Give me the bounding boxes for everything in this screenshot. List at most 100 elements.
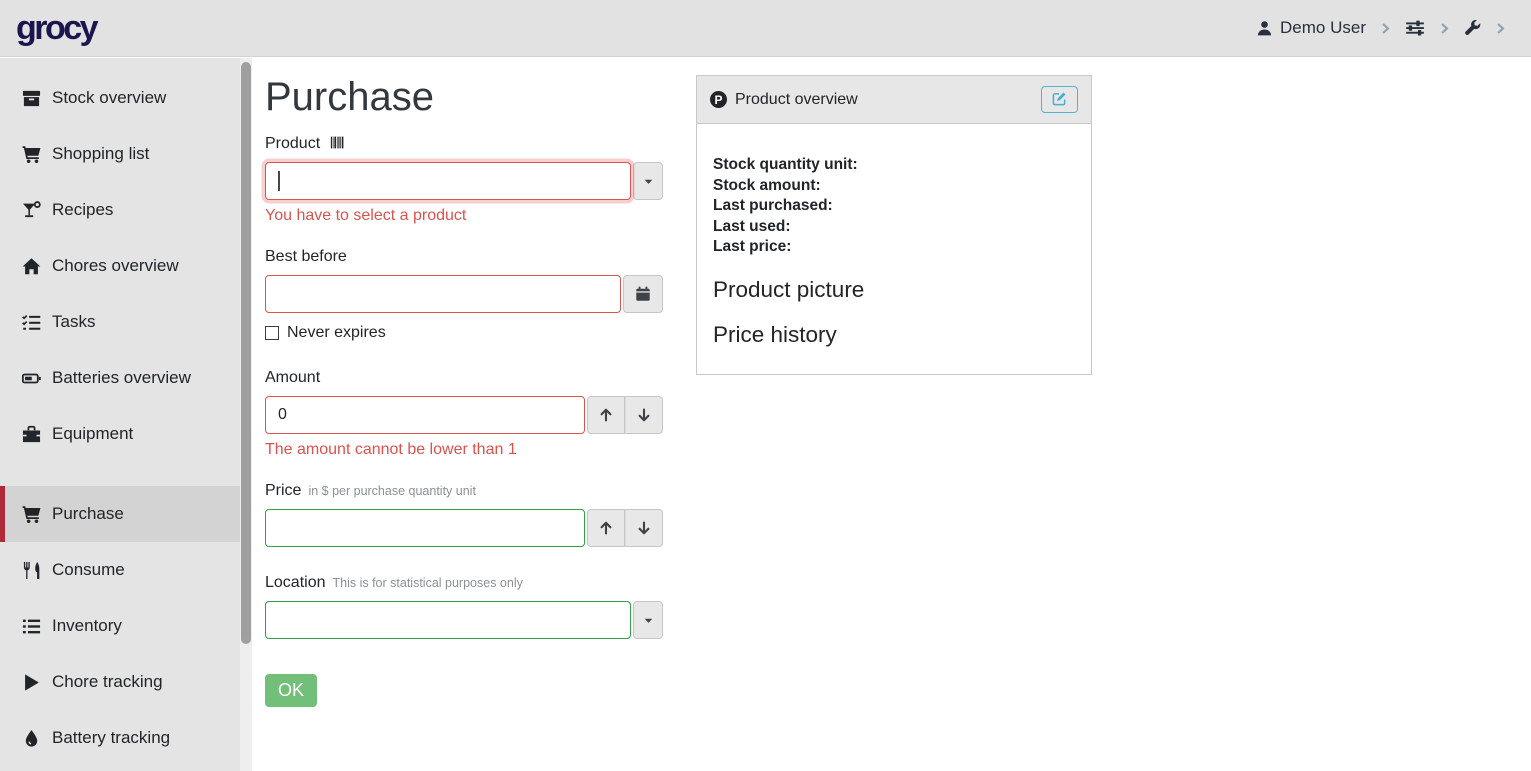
chevron-right-icon[interactable] [1438, 22, 1451, 35]
location-label: Location This is for statistical purpose… [265, 574, 665, 592]
sidebar-item-equipment[interactable]: Equipment [0, 406, 252, 462]
product-input[interactable] [265, 162, 631, 200]
droplet-icon [21, 729, 42, 748]
amount-label: Amount [265, 369, 665, 387]
grocy-logo[interactable]: grocy [16, 11, 96, 45]
play-icon [21, 673, 42, 692]
product-overview-panel: P Product overview Stock quantity unit: … [696, 75, 1092, 375]
last-used-label: Last used: [713, 217, 1075, 238]
sidebar-item-label: Inventory [52, 616, 122, 636]
header-nav: Demo User [1256, 18, 1531, 38]
sidebar: Stock overview Shopping list Recipes Cho… [0, 58, 252, 771]
sliders-icon [1405, 19, 1425, 37]
amount-increase-button[interactable] [587, 396, 625, 434]
home-icon [21, 257, 42, 276]
sidebar-item-stock-overview[interactable]: Stock overview [0, 70, 252, 126]
location-dropdown-button[interactable] [633, 601, 663, 639]
cocktail-icon [21, 201, 42, 220]
shopping-cart-icon [21, 145, 42, 164]
product-overview-body: Stock quantity unit: Stock amount: Last … [697, 124, 1091, 374]
list-icon [21, 617, 42, 636]
price-decrease-button[interactable] [625, 509, 663, 547]
user-name: Demo User [1280, 18, 1366, 38]
stock-quantity-unit-label: Stock quantity unit: [713, 155, 1075, 176]
chevron-right-icon[interactable] [1494, 22, 1507, 35]
product-picture-heading: Product picture [713, 277, 1075, 303]
product-label: Product [265, 133, 665, 153]
text-cursor [278, 171, 280, 191]
price-increase-button[interactable] [587, 509, 625, 547]
user-icon [1256, 20, 1273, 37]
sidebar-item-purchase[interactable]: Purchase [0, 486, 252, 542]
location-group: Location This is for statistical purpose… [265, 574, 665, 639]
sidebar-item-chore-tracking[interactable]: Chore tracking [0, 654, 252, 710]
amount-input[interactable] [265, 396, 585, 434]
amount-decrease-button[interactable] [625, 396, 663, 434]
product-overview-header: P Product overview [697, 76, 1091, 124]
admin-menu[interactable] [1464, 20, 1481, 37]
sidebar-item-chores-overview[interactable]: Chores overview [0, 238, 252, 294]
sidebar-item-inventory[interactable]: Inventory [0, 598, 252, 654]
calendar-button[interactable] [623, 275, 663, 313]
sidebar-item-batteries-overview[interactable]: Batteries overview [0, 350, 252, 406]
utensils-icon [21, 561, 42, 580]
location-hint: This is for statistical purposes only [333, 576, 523, 590]
barcode-icon [327, 133, 348, 148]
box-icon [21, 89, 42, 108]
product-dropdown-button[interactable] [633, 162, 663, 200]
last-price-label: Last price: [713, 237, 1075, 258]
sidebar-item-label: Recipes [52, 200, 113, 220]
chevron-right-icon[interactable] [1379, 22, 1392, 35]
sidebar-item-label: Shopping list [52, 144, 149, 164]
amount-group: Amount The amount cannot be lower than 1 [265, 369, 665, 459]
sidebar-item-consume[interactable]: Consume [0, 542, 252, 598]
product-group: Product You have to select a product [265, 133, 665, 225]
toolbox-icon [21, 425, 42, 444]
top-header: grocy Demo User [0, 0, 1531, 57]
settings-menu[interactable] [1405, 19, 1425, 37]
sidebar-item-label: Purchase [52, 504, 124, 524]
sidebar-item-label: Battery tracking [52, 728, 170, 748]
sidebar-scrollbar-track[interactable] [240, 58, 252, 771]
sidebar-item-label: Tasks [52, 312, 95, 332]
edit-product-button[interactable] [1041, 86, 1078, 113]
price-label: Price in $ per purchase quantity unit [265, 482, 665, 500]
sidebar-item-tasks[interactable]: Tasks [0, 294, 252, 350]
never-expires-checkbox[interactable] [265, 326, 279, 340]
product-circle-icon: P [710, 91, 727, 108]
price-history-heading: Price history [713, 322, 1075, 348]
best-before-label: Best before [265, 248, 665, 266]
tasks-icon [21, 313, 42, 332]
sidebar-item-label: Equipment [52, 424, 133, 444]
sidebar-item-label: Chore tracking [52, 672, 163, 692]
sidebar-item-label: Chores overview [52, 256, 179, 276]
best-before-input[interactable] [265, 275, 621, 313]
price-input[interactable] [265, 509, 585, 547]
sidebar-item-battery-tracking[interactable]: Battery tracking [0, 710, 252, 766]
sidebar-item-label: Consume [52, 560, 125, 580]
product-overview-title: Product overview [735, 91, 858, 109]
main-content: Purchase Product You have to select a pr… [252, 58, 1531, 707]
stock-amount-label: Stock amount: [713, 176, 1075, 197]
location-input[interactable] [265, 601, 631, 639]
never-expires-label: Never expires [287, 324, 386, 342]
sidebar-item-label: Stock overview [52, 88, 166, 108]
page-title: Purchase [265, 75, 665, 120]
never-expires-row: Never expires [265, 324, 665, 342]
amount-error: The amount cannot be lower than 1 [265, 441, 665, 459]
battery-icon [21, 369, 42, 388]
best-before-group: Best before Never expires [265, 248, 665, 342]
user-menu[interactable]: Demo User [1256, 18, 1366, 38]
ok-button[interactable]: OK [265, 674, 317, 707]
sidebar-item-shopping-list[interactable]: Shopping list [0, 126, 252, 182]
price-group: Price in $ per purchase quantity unit [265, 482, 665, 547]
last-purchased-label: Last purchased: [713, 196, 1075, 217]
shopping-cart-icon [21, 505, 42, 524]
sidebar-item-recipes[interactable]: Recipes [0, 182, 252, 238]
wrench-icon [1464, 20, 1481, 37]
sidebar-scrollbar-thumb[interactable] [241, 62, 251, 644]
purchase-form: Purchase Product You have to select a pr… [265, 75, 665, 707]
edit-icon [1052, 91, 1067, 109]
sidebar-item-label: Batteries overview [52, 368, 191, 388]
product-error: You have to select a product [265, 207, 665, 225]
